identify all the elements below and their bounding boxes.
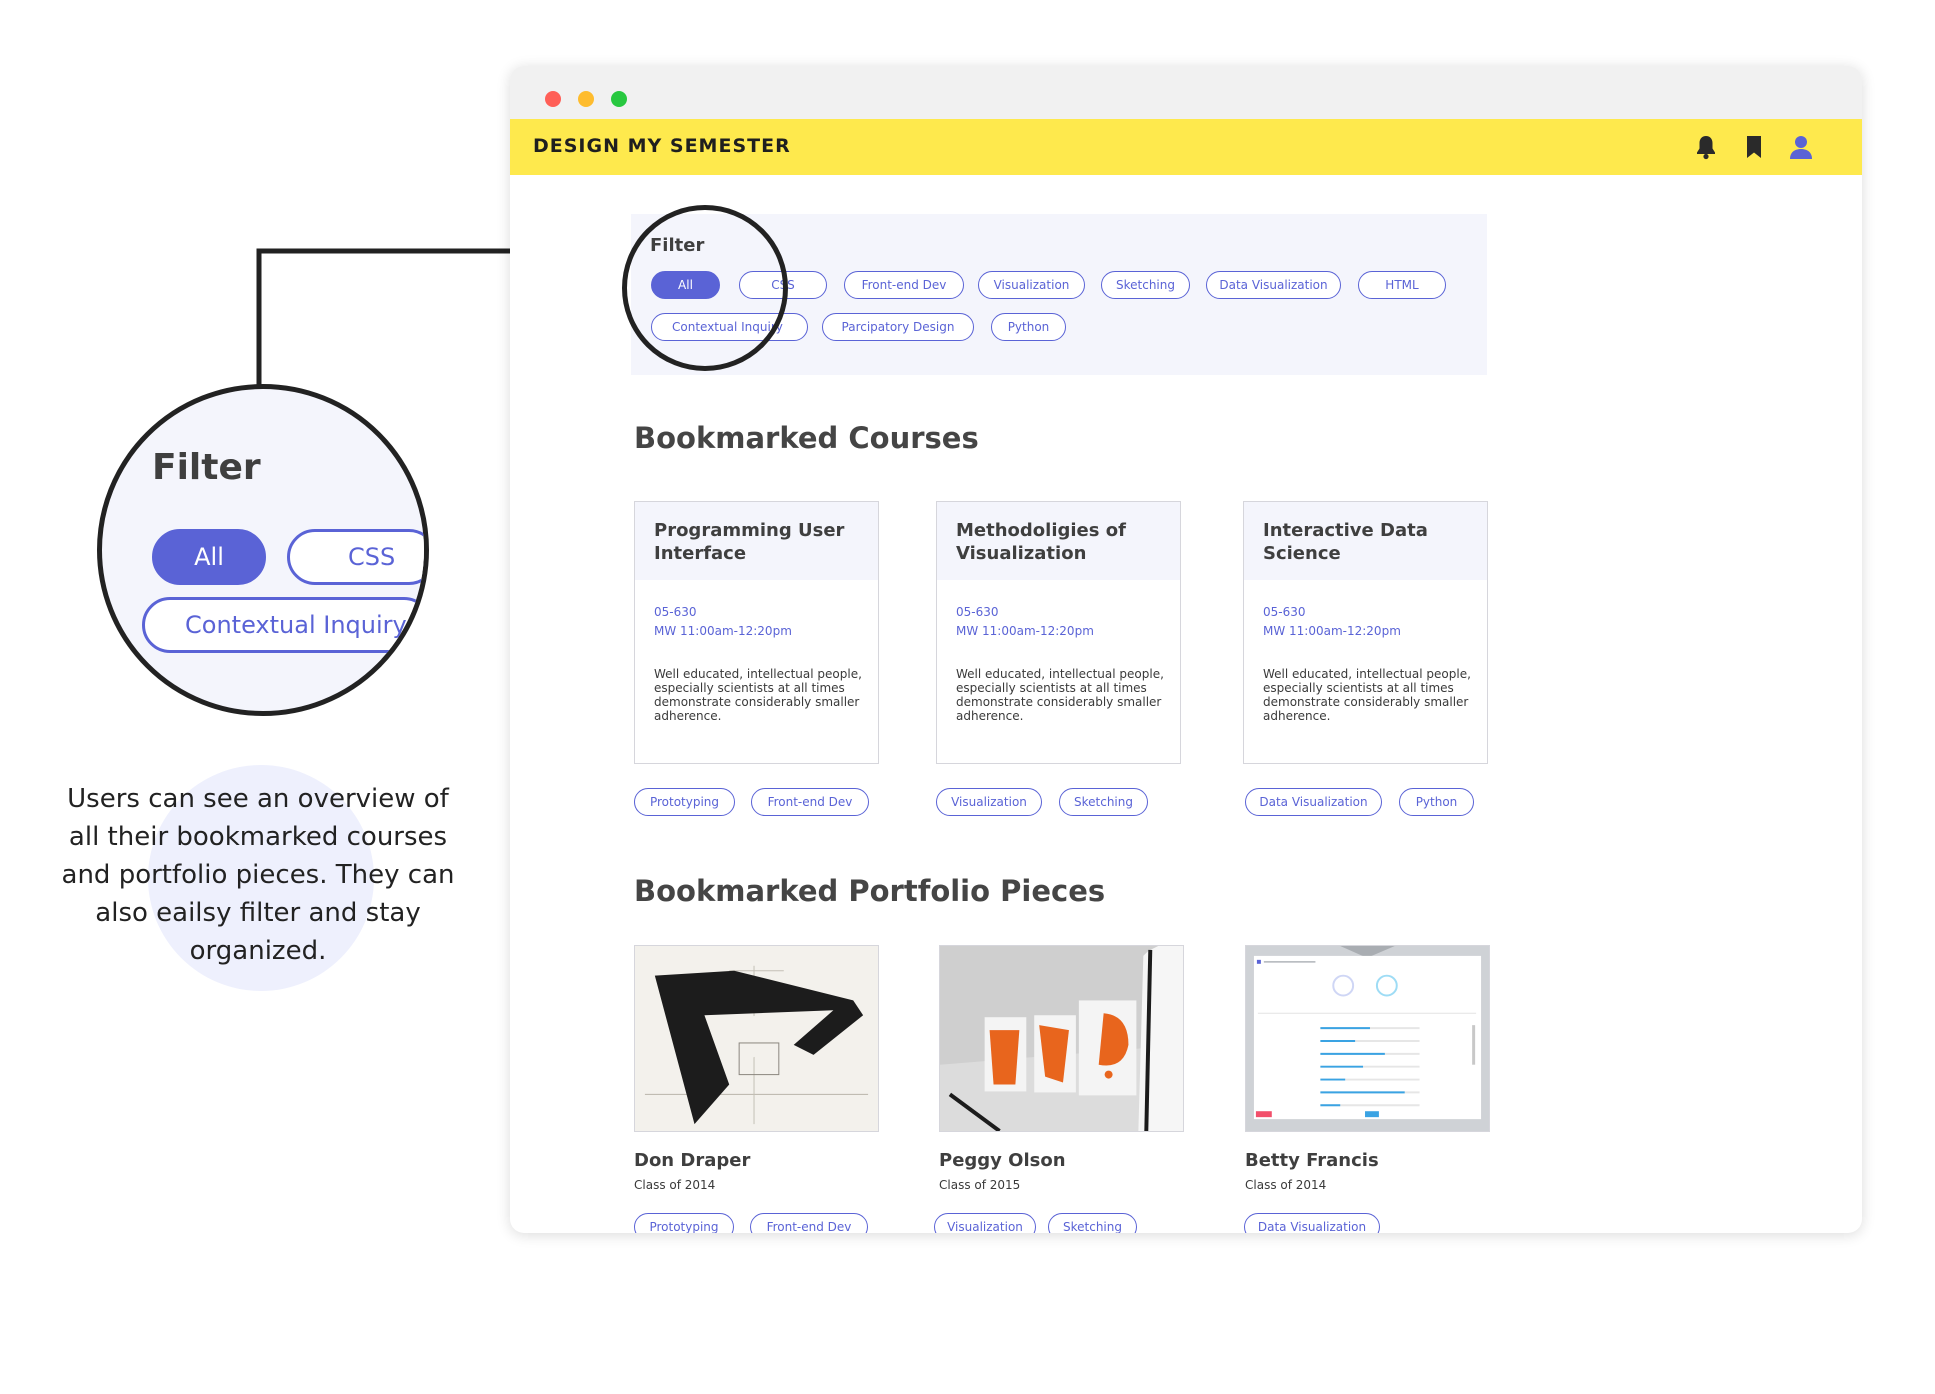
- portfolio-author-name[interactable]: Don Draper: [634, 1150, 750, 1171]
- bell-icon[interactable]: [1694, 134, 1718, 160]
- course-code: 05-630: [956, 605, 999, 619]
- filter-chip-html[interactable]: HTML: [1358, 271, 1446, 299]
- portfolio-author-name[interactable]: Betty Francis: [1245, 1150, 1379, 1171]
- window-titlebar: [510, 66, 1862, 119]
- bookmarked-portfolio-heading: Bookmarked Portfolio Pieces: [634, 874, 1106, 908]
- course-tag-sketching[interactable]: Sketching: [1059, 788, 1148, 816]
- portfolio-thumbnail-sketch[interactable]: [634, 945, 879, 1132]
- zoom-magnifier: Filter All CSS Contextual Inquiry: [97, 384, 429, 716]
- filter-chip-front-end-dev[interactable]: Front-end Dev: [844, 271, 964, 299]
- portfolio-author-class: Class of 2015: [939, 1178, 1021, 1192]
- course-time: MW 11:00am-12:20pm: [956, 624, 1094, 638]
- filter-chip-parcipatory-design[interactable]: Parcipatory Design: [822, 313, 974, 341]
- maximize-window-button[interactable]: [611, 91, 627, 107]
- portfolio-author-class: Class of 2014: [1245, 1178, 1327, 1192]
- filter-chip-data-visualization[interactable]: Data Visualization: [1206, 271, 1341, 299]
- course-code: 05-630: [654, 605, 697, 619]
- portfolio-tag-data-visualization[interactable]: Data Visualization: [1244, 1213, 1380, 1233]
- portfolio-tag-front-end-dev[interactable]: Front-end Dev: [750, 1213, 868, 1233]
- course-tag-visualization[interactable]: Visualization: [936, 788, 1042, 816]
- portfolio-author-class: Class of 2014: [634, 1178, 716, 1192]
- course-title[interactable]: Interactive Data Science: [1263, 519, 1478, 565]
- filter-chip-visualization[interactable]: Visualization: [978, 271, 1085, 299]
- app-title[interactable]: DESIGN MY SEMESTER: [533, 135, 791, 157]
- course-description: Well educated, intellectual people, espe…: [654, 667, 862, 723]
- filter-chip-css[interactable]: CSS: [739, 271, 827, 299]
- portfolio-thumbnail-objects[interactable]: [939, 945, 1184, 1132]
- app-header: DESIGN MY SEMESTER: [510, 119, 1862, 175]
- portfolio-tag-sketching[interactable]: Sketching: [1048, 1213, 1137, 1233]
- course-description: Well educated, intellectual people, espe…: [956, 667, 1164, 723]
- course-time: MW 11:00am-12:20pm: [654, 624, 792, 638]
- bookmark-icon[interactable]: [1742, 134, 1766, 160]
- bookmarked-courses-heading: Bookmarked Courses: [634, 421, 979, 455]
- course-card[interactable]: Programming User Interface 05-630 MW 11:…: [634, 501, 879, 764]
- course-card[interactable]: Methodoligies of Visualization 05-630 MW…: [936, 501, 1181, 764]
- course-tag-data-visualization[interactable]: Data Visualization: [1245, 788, 1382, 816]
- course-time: MW 11:00am-12:20pm: [1263, 624, 1401, 638]
- filter-chip-sketching[interactable]: Sketching: [1101, 271, 1190, 299]
- browser-window: DESIGN MY SEMESTER Filter All CSS Front-…: [510, 66, 1862, 1233]
- portfolio-tag-visualization[interactable]: Visualization: [934, 1213, 1036, 1233]
- zoom-chip-contextual-inquiry: Contextual Inquiry: [142, 597, 424, 653]
- course-card[interactable]: Interactive Data Science 05-630 MW 11:00…: [1243, 501, 1488, 764]
- zoom-chip-css: CSS: [287, 529, 424, 585]
- portfolio-author-name[interactable]: Peggy Olson: [939, 1150, 1066, 1171]
- zoom-filter-title: Filter: [152, 447, 261, 488]
- minimize-window-button[interactable]: [578, 91, 594, 107]
- course-description: Well educated, intellectual people, espe…: [1263, 667, 1471, 723]
- course-title[interactable]: Programming User Interface: [654, 519, 869, 565]
- filter-chip-python[interactable]: Python: [991, 313, 1066, 341]
- filter-panel: Filter All CSS Front-end Dev Visualizati…: [631, 214, 1487, 375]
- user-icon[interactable]: [1789, 134, 1813, 160]
- course-code: 05-630: [1263, 605, 1306, 619]
- portfolio-tag-prototyping[interactable]: Prototyping: [634, 1213, 734, 1233]
- filter-chip-all[interactable]: All: [651, 271, 720, 299]
- course-title[interactable]: Methodoligies of Visualization: [956, 519, 1171, 565]
- feature-caption: Users can see an overview of all their b…: [61, 784, 455, 966]
- course-tag-python[interactable]: Python: [1399, 788, 1474, 816]
- portfolio-thumbnail-dashboard[interactable]: [1245, 945, 1490, 1132]
- filter-chip-contextual-inquiry[interactable]: Contextual Inquiry: [651, 313, 808, 341]
- close-window-button[interactable]: [545, 91, 561, 107]
- filter-title: Filter: [650, 235, 705, 256]
- zoom-chip-all: All: [152, 529, 266, 585]
- course-tag-front-end-dev[interactable]: Front-end Dev: [751, 788, 869, 816]
- course-tag-prototyping[interactable]: Prototyping: [634, 788, 735, 816]
